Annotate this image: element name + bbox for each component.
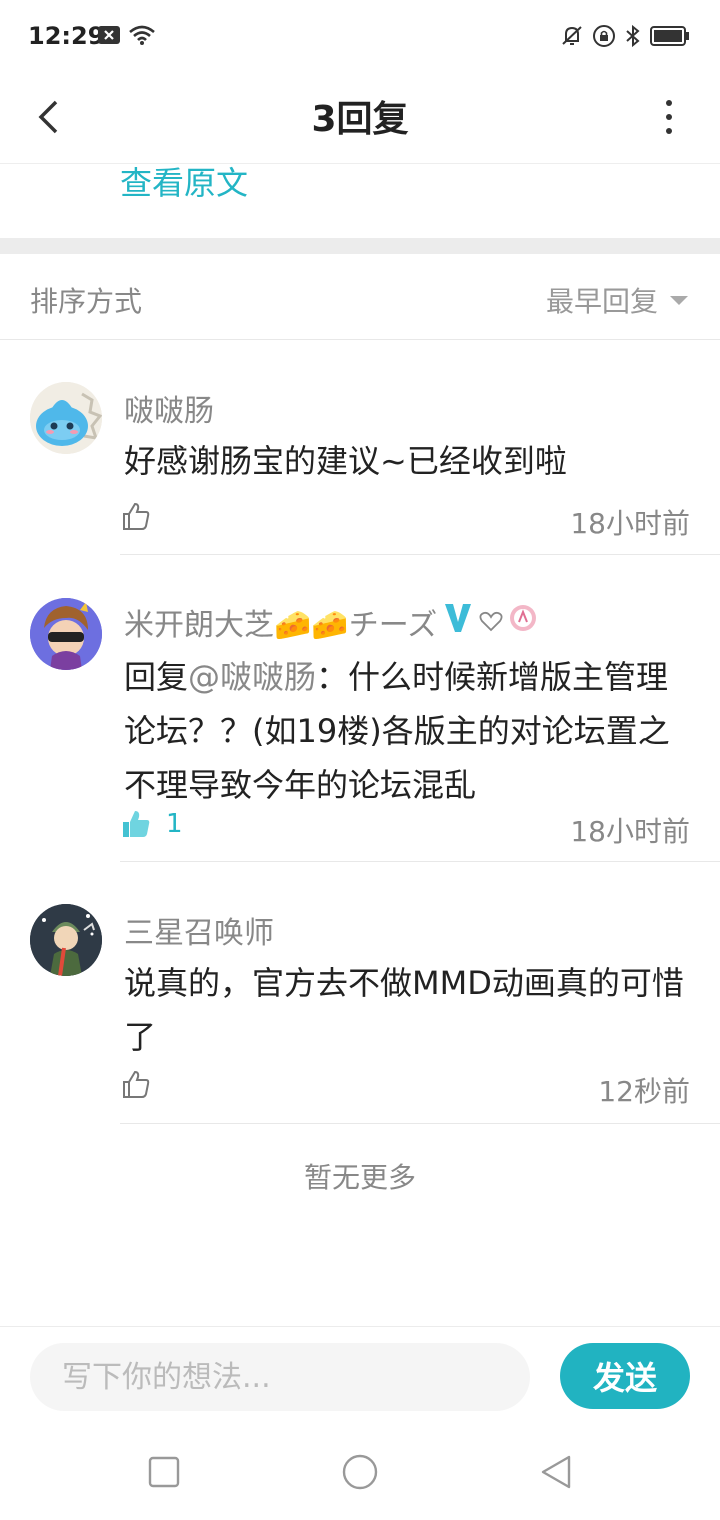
view-original-link[interactable]: 查看原文 bbox=[120, 158, 248, 204]
comment-time: 12秒前 bbox=[598, 1075, 690, 1108]
sort-label: 排序方式 bbox=[30, 285, 143, 318]
heart-outline-icon bbox=[479, 605, 503, 640]
comment-text: 好感谢肠宝的建议~已经收到啦 bbox=[124, 442, 567, 480]
home-button[interactable] bbox=[340, 1452, 380, 1492]
back-nav-button[interactable] bbox=[536, 1452, 576, 1492]
triangle-back-icon bbox=[541, 1455, 571, 1489]
verified-v-icon bbox=[443, 602, 473, 642]
thumbs-up-icon bbox=[123, 1070, 150, 1098]
section-divider bbox=[0, 238, 720, 254]
dot-icon bbox=[666, 100, 672, 106]
avatar[interactable] bbox=[30, 382, 102, 454]
more-options-button[interactable] bbox=[654, 92, 684, 142]
comment-username-text: 米开朗大芝🧀🧀チーズ bbox=[124, 608, 438, 643]
system-nav-bar bbox=[0, 1428, 720, 1520]
divider bbox=[120, 1123, 720, 1124]
comment-username[interactable]: 啵啵肠 bbox=[124, 386, 214, 430]
bluetooth-icon bbox=[624, 24, 642, 52]
page-title: 3回复 bbox=[311, 99, 409, 140]
comment-text: 回复@啵啵肠：什么时候新增版主管理论坛？？(如19楼)各版主的对论坛置之不理导致… bbox=[124, 650, 690, 812]
caret-down-icon bbox=[670, 295, 688, 305]
comment-username[interactable]: 米开朗大芝🧀🧀チーズ bbox=[124, 600, 537, 644]
like-count: 1 bbox=[166, 809, 183, 839]
status-bar: 12:29 bbox=[0, 0, 720, 72]
recents-button[interactable] bbox=[144, 1452, 184, 1492]
header: 3回复 bbox=[0, 72, 720, 164]
comment-time: 18小时前 bbox=[570, 815, 690, 848]
battery-icon bbox=[650, 25, 690, 51]
wifi-icon bbox=[128, 24, 156, 50]
pink-badge-icon bbox=[509, 604, 537, 640]
avatar[interactable] bbox=[30, 904, 102, 976]
comment-item: 三星召唤师 说真的，官方去不做MMD动画真的可惜了 12秒前 bbox=[0, 862, 720, 1124]
thumbs-up-icon bbox=[123, 502, 150, 530]
circle-icon bbox=[342, 1454, 378, 1490]
comment-composer: 发送 bbox=[0, 1326, 720, 1428]
notification-x-icon bbox=[98, 26, 120, 48]
square-icon bbox=[148, 1456, 180, 1488]
mention-link[interactable]: @啵啵肠 bbox=[188, 658, 316, 696]
reply-prefix: 回复 bbox=[124, 658, 189, 696]
comment-input-wrapper bbox=[30, 1343, 530, 1411]
status-time: 12:29 bbox=[28, 22, 105, 50]
sort-dropdown[interactable]: 最早回复 bbox=[546, 280, 688, 320]
sort-selected: 最早回复 bbox=[545, 285, 658, 318]
comment-text: 说真的，官方去不做MMD动画真的可惜了 bbox=[124, 964, 684, 1056]
bell-muted-icon bbox=[560, 24, 584, 52]
comment-input[interactable] bbox=[30, 1343, 530, 1411]
comment-username[interactable]: 三星召唤师 bbox=[124, 908, 274, 952]
divider bbox=[120, 554, 720, 555]
rotation-lock-icon bbox=[592, 24, 616, 52]
no-more-label: 暂无更多 bbox=[303, 1161, 416, 1194]
comment-item: 啵啵肠 好感谢肠宝的建议~已经收到啦 18小时前 bbox=[0, 340, 720, 556]
send-button[interactable]: 发送 bbox=[560, 1343, 690, 1409]
thumbs-up-filled-icon bbox=[123, 811, 150, 837]
like-button[interactable] bbox=[120, 1068, 152, 1100]
dot-icon bbox=[666, 114, 672, 120]
avatar[interactable] bbox=[30, 598, 102, 670]
dot-icon bbox=[666, 128, 672, 134]
comment-time: 18小时前 bbox=[570, 507, 690, 540]
comment-item: 米开朗大芝🧀🧀チーズ 回复@啵啵肠：什么时候新增版主管理论坛？？(如19楼)各版… bbox=[0, 556, 720, 862]
like-button[interactable]: 1 bbox=[120, 808, 183, 840]
like-button[interactable] bbox=[120, 500, 152, 532]
sort-row: 排序方式 最早回复 bbox=[0, 254, 720, 340]
